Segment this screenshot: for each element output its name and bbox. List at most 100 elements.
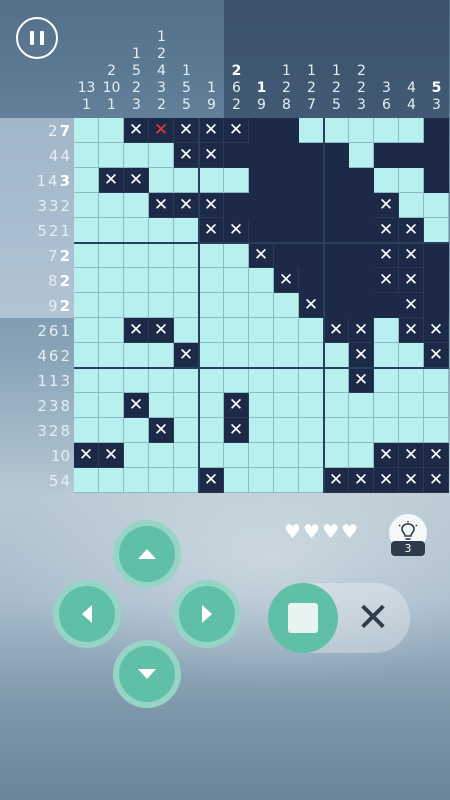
grid-cell-empty[interactable] [249,443,274,468]
grid-cell-empty[interactable] [249,343,274,368]
grid-cell-empty[interactable] [374,368,399,393]
grid-cell-filled[interactable] [349,268,374,293]
grid-cell-crossed[interactable]: ✕ [424,318,449,343]
grid-cell-empty[interactable] [149,393,174,418]
grid-cell-crossed[interactable]: ✕ [149,418,174,443]
grid-cell-filled[interactable] [299,168,324,193]
grid-cell-crossed[interactable]: ✕ [224,118,249,143]
grid-cell-filled[interactable] [324,193,349,218]
grid-cell-filled[interactable] [274,118,299,143]
grid-cell-empty[interactable] [99,468,124,493]
grid-cell-empty[interactable] [74,218,99,243]
grid-cell-empty[interactable] [224,268,249,293]
grid-cell-crossed[interactable]: ✕ [374,218,399,243]
grid-cell-empty[interactable] [224,293,249,318]
grid-cell-filled[interactable] [224,143,249,168]
grid-cell-empty[interactable] [149,343,174,368]
grid-cell-crossed[interactable]: ✕ [199,468,224,493]
grid-cell-empty[interactable] [374,343,399,368]
grid-cell-crossed[interactable]: ✕ [324,318,349,343]
grid-cell-empty[interactable] [224,468,249,493]
grid-cell-filled[interactable] [349,218,374,243]
grid-cell-filled[interactable] [324,293,349,318]
grid-cell-empty[interactable] [349,443,374,468]
grid-cell-empty[interactable] [174,443,199,468]
grid-cell-empty[interactable] [99,218,124,243]
grid-cell-empty[interactable] [124,343,149,368]
grid-cell-filled[interactable] [349,293,374,318]
grid-cell-crossed[interactable]: ✕ [374,268,399,293]
grid-cell-empty[interactable] [424,418,449,443]
grid-cell-empty[interactable] [174,368,199,393]
grid-cell-empty[interactable] [274,368,299,393]
grid-cell-filled[interactable] [424,168,449,193]
grid-cell-empty[interactable] [349,393,374,418]
grid-cell-empty[interactable] [99,318,124,343]
grid-cell-empty[interactable] [124,468,149,493]
grid-cell-empty[interactable] [199,243,224,268]
grid-cell-filled[interactable] [374,293,399,318]
grid-cell-crossed[interactable]: ✕ [399,218,424,243]
grid-cell-crossed[interactable]: ✕ [224,218,249,243]
grid-cell-empty[interactable] [399,393,424,418]
grid-cell-crossed[interactable]: ✕ [399,318,424,343]
grid-cell-empty[interactable] [149,368,174,393]
grid-cell-empty[interactable] [324,418,349,443]
grid-cell-filled[interactable] [324,168,349,193]
grid-cell-empty[interactable] [199,343,224,368]
grid-cell-empty[interactable] [349,418,374,443]
grid-cell-empty[interactable] [274,393,299,418]
grid-cell-empty[interactable] [374,318,399,343]
grid-cell-empty[interactable] [174,243,199,268]
grid-cell-empty[interactable] [399,193,424,218]
grid-cell-empty[interactable] [99,243,124,268]
grid-cell-crossed[interactable]: ✕ [349,343,374,368]
grid-cell-empty[interactable] [249,368,274,393]
grid-cell-empty[interactable] [174,218,199,243]
grid-cell-crossed[interactable]: ✕ [99,443,124,468]
grid-cell-filled[interactable] [424,293,449,318]
grid-cell-filled[interactable] [249,118,274,143]
grid-cell-empty[interactable] [324,443,349,468]
grid-cell-filled[interactable] [324,218,349,243]
grid-cell-empty[interactable] [124,418,149,443]
grid-cell-empty[interactable] [224,343,249,368]
grid-cell-filled[interactable] [274,243,299,268]
grid-cell-filled[interactable] [299,143,324,168]
grid-cell-filled[interactable] [374,143,399,168]
grid-cell-empty[interactable] [374,118,399,143]
grid-cell-crossed[interactable]: ✕ [174,143,199,168]
grid-cell-empty[interactable] [74,118,99,143]
grid-cell-empty[interactable] [224,318,249,343]
grid-cell-crossed[interactable]: ✕ [374,193,399,218]
grid-cell-empty[interactable] [299,368,324,393]
grid-cell-crossed[interactable]: ✕ [324,468,349,493]
grid-cell-empty[interactable] [74,318,99,343]
grid-cell-crossed[interactable]: ✕ [399,443,424,468]
grid-cell-empty[interactable] [174,418,199,443]
grid-cell-crossed[interactable]: ✕ [124,393,149,418]
grid-cell-crossed[interactable]: ✕ [374,468,399,493]
grid-cell-filled[interactable] [249,193,274,218]
grid-cell-crossed[interactable]: ✕ [399,243,424,268]
grid-cell-empty[interactable] [299,443,324,468]
grid-cell-filled[interactable] [424,118,449,143]
grid-cell-empty[interactable] [249,468,274,493]
grid-cell-empty[interactable] [424,393,449,418]
grid-cell-empty[interactable] [424,193,449,218]
grid-cell-crossed[interactable]: ✕ [424,468,449,493]
grid-cell-filled[interactable] [299,268,324,293]
grid-cell-empty[interactable] [374,168,399,193]
grid-cell-empty[interactable] [174,468,199,493]
grid-cell-crossed[interactable]: ✕ [374,243,399,268]
grid-cell-empty[interactable] [299,118,324,143]
grid-cell-empty[interactable] [174,318,199,343]
grid-cell-empty[interactable] [174,168,199,193]
grid-cell-crossed[interactable]: ✕ [149,193,174,218]
grid-cell-empty[interactable] [399,118,424,143]
grid-cell-empty[interactable] [99,393,124,418]
grid-cell-empty[interactable] [149,443,174,468]
grid-cell-filled[interactable] [349,243,374,268]
grid-cell-empty[interactable] [149,168,174,193]
grid-cell-filled[interactable] [349,193,374,218]
